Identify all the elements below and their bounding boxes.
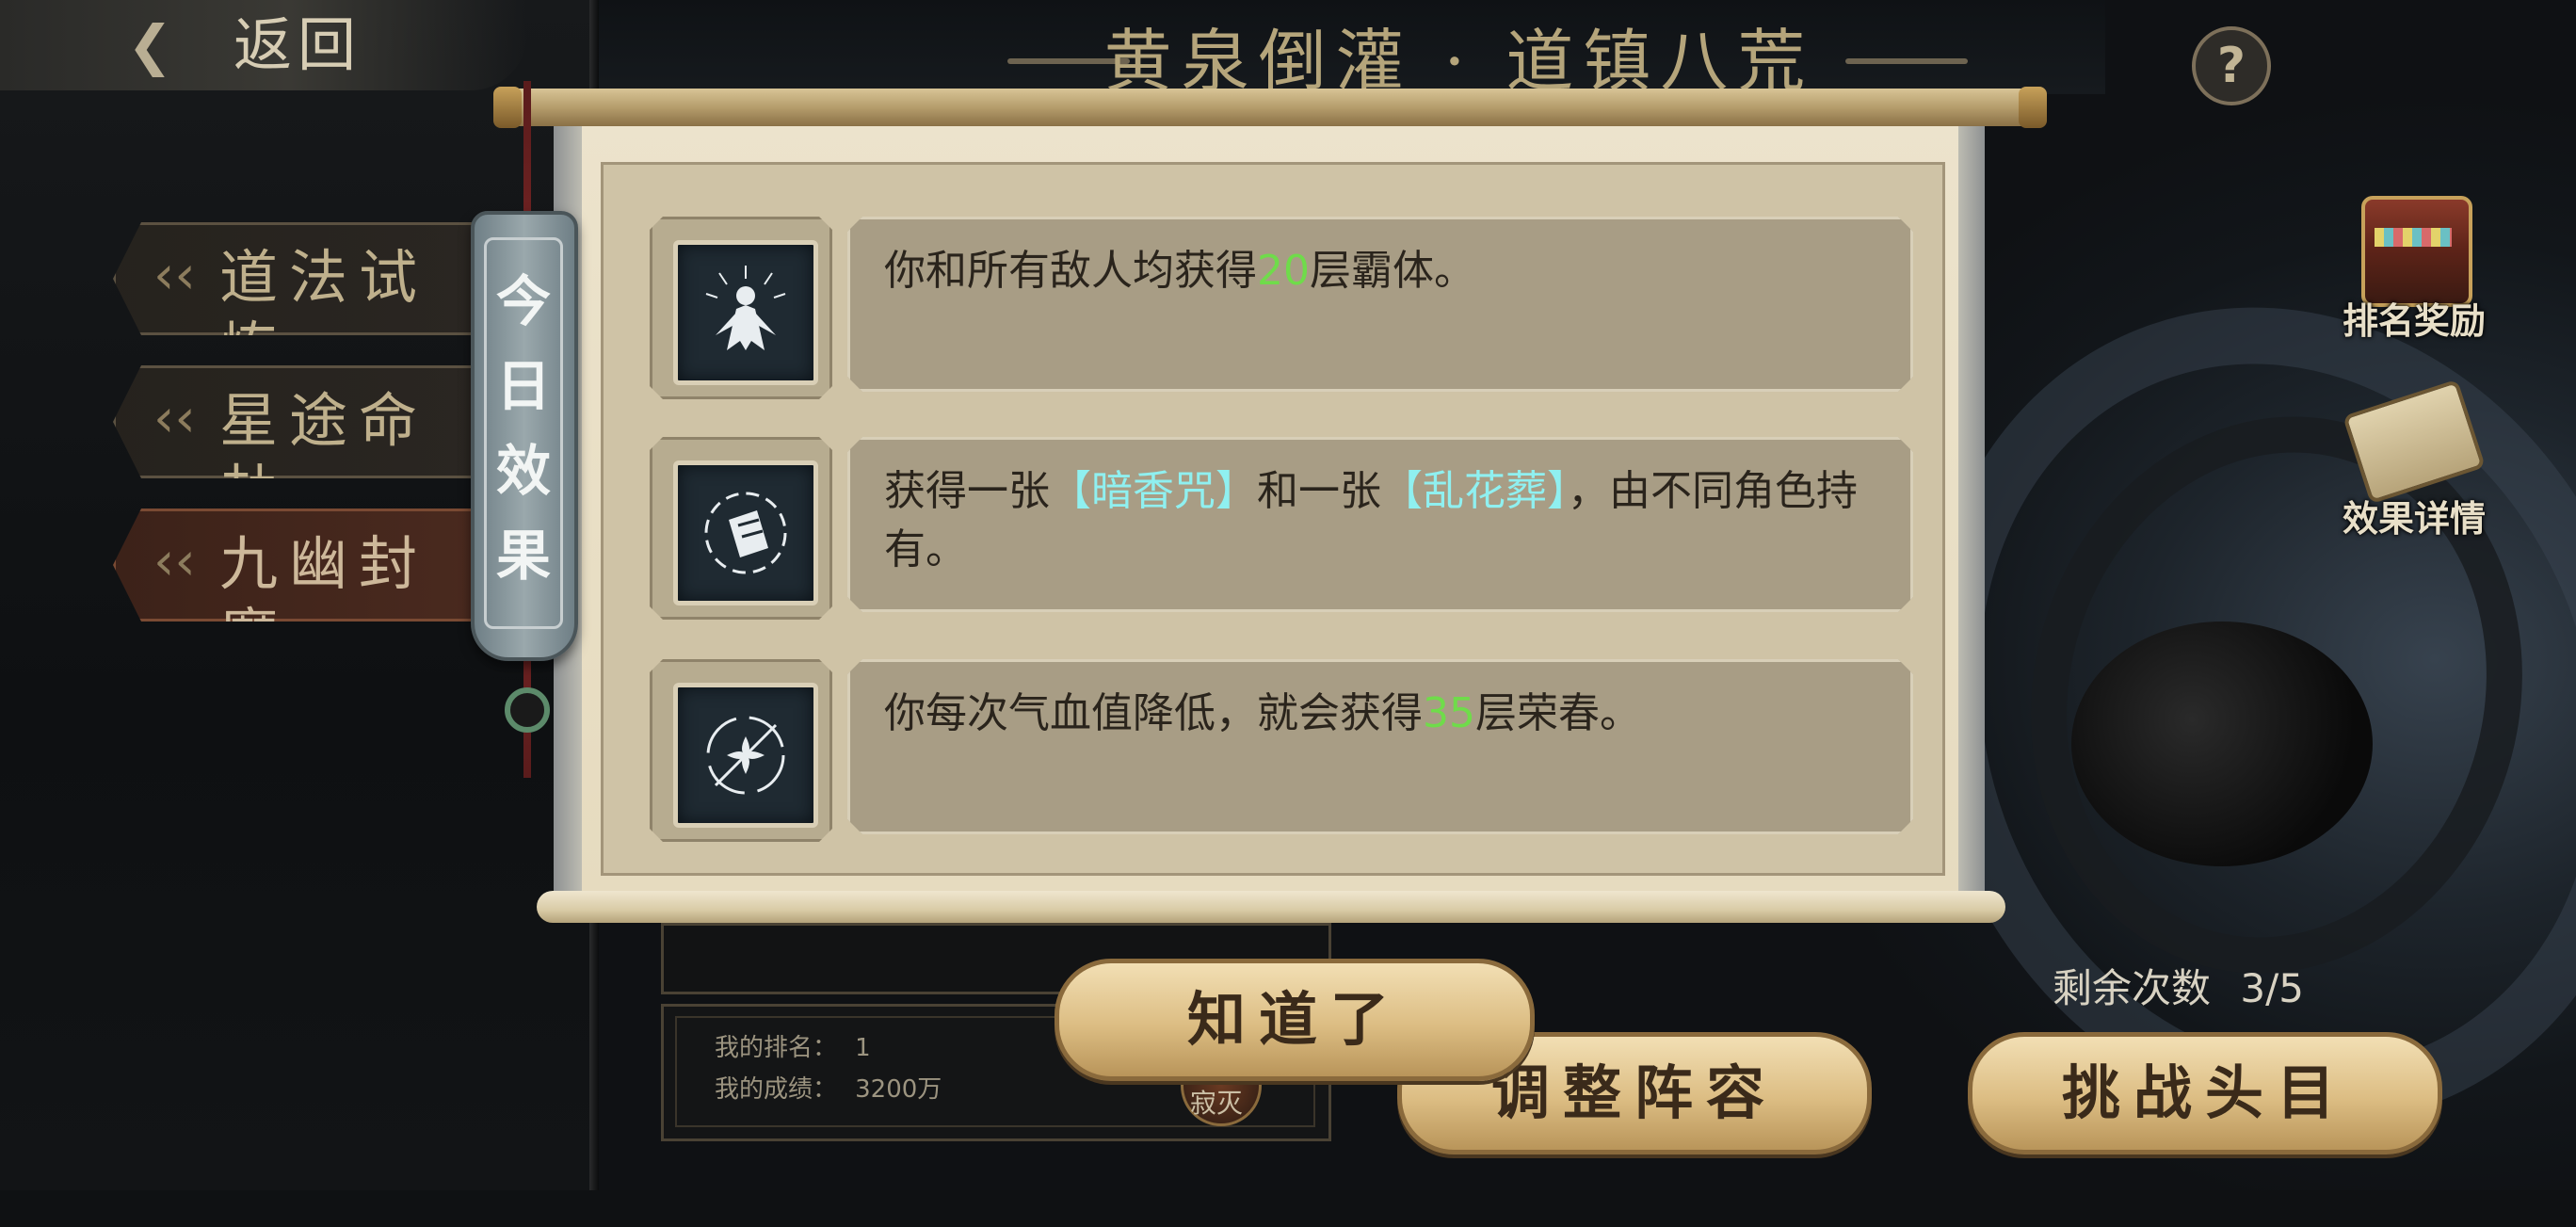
scroll-rod-top (497, 89, 2041, 126)
card-name-highlight: 【暗香咒】 (1050, 467, 1257, 515)
today-effect-title: 今日效果 (495, 269, 551, 588)
effect-text-box: 你每次气血值降低，就会获得35层荣春。 (847, 659, 1913, 834)
effect-row: 你每次气血值降低，就会获得35层荣春。 (650, 659, 1911, 836)
confirm-label: 知道了 (1186, 985, 1402, 1054)
effect-text-box: 获得一张【暗香咒】和一张【乱花葬】，由不同角色持有。 (847, 437, 1913, 612)
effect-row: 获得一张【暗香咒】和一张【乱花葬】，由不同角色持有。 (650, 437, 1911, 614)
effect-text-part: 层荣春。 (1475, 689, 1641, 737)
effect-text-part: 层霸体。 (1310, 247, 1475, 295)
effect-icon-tile (673, 460, 818, 605)
flower-sigil-icon (689, 699, 802, 812)
effect-row: 你和所有敌人均获得20层霸体。 (650, 217, 1911, 394)
cloaked-figure-icon (689, 256, 802, 369)
effect-icon-tile (673, 240, 818, 385)
effect-text-part: 获得一张 (884, 467, 1050, 515)
effect-value-highlight: 20 (1257, 247, 1310, 295)
effect-value-highlight: 35 (1423, 689, 1475, 737)
effect-icon-frame (650, 217, 832, 399)
scroll-rod-cap (2019, 87, 2047, 128)
confirm-button[interactable]: 知道了 (1055, 959, 1535, 1081)
scroll-rod-bottom (537, 891, 2005, 923)
effect-text-box: 你和所有敌人均获得20层霸体。 (847, 217, 1913, 392)
jade-ring-ornament (505, 687, 550, 733)
effect-icon-frame (650, 659, 832, 842)
effect-description: 你和所有敌人均获得20层霸体。 (884, 242, 1873, 300)
talisman-card-icon (689, 476, 802, 589)
tag-inner-frame: 今日效果 (484, 237, 563, 629)
scroll-edge (1958, 113, 1985, 895)
effect-text-part: 你每次气血值降低，就会获得 (884, 689, 1423, 737)
effect-icon-tile (673, 683, 818, 828)
effect-description: 你每次气血值降低，就会获得35层荣春。 (884, 685, 1873, 743)
card-name-highlight: 【乱花葬】 (1381, 467, 1568, 515)
effect-description: 获得一张【暗香咒】和一张【乱花葬】，由不同角色持有。 (884, 462, 1873, 579)
today-effect-tag: 今日效果 (471, 211, 578, 661)
effect-icon-frame (650, 437, 832, 620)
effect-text-part: 你和所有敌人均获得 (884, 247, 1257, 295)
effect-text-part: 和一张 (1257, 467, 1381, 515)
scroll-rod-cap (493, 87, 522, 128)
